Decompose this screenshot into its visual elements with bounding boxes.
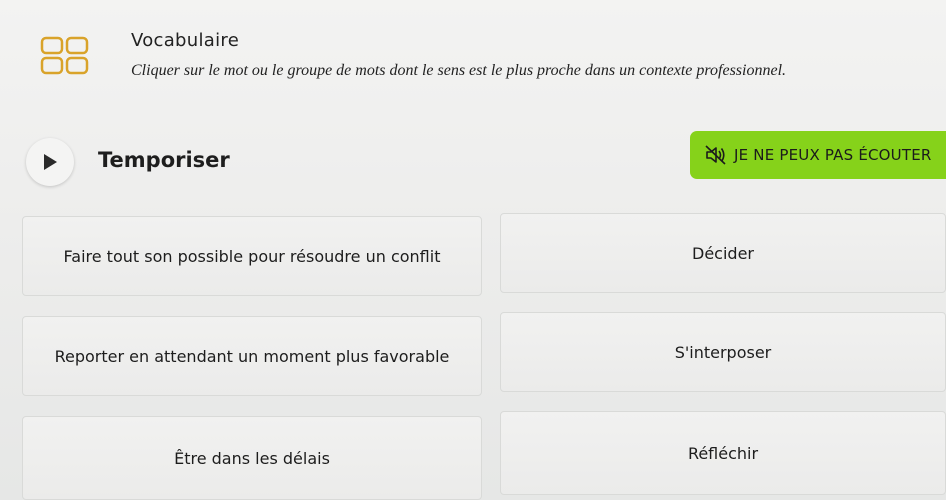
option-4-label: S'interposer: [674, 342, 772, 362]
option-5-label: Être dans les délais: [174, 448, 330, 468]
option-3-label: Reporter en attendant un moment plus fav…: [54, 346, 450, 366]
option-1-label: Faire tout son possible pour résoudre un…: [63, 246, 441, 266]
play-icon: [44, 154, 57, 170]
option-2[interactable]: Décider: [500, 213, 946, 293]
cant-listen-label: JE NE PEUX PAS ÉCOUTER: [734, 146, 932, 164]
option-6[interactable]: Réfléchir: [500, 411, 946, 495]
option-3[interactable]: Reporter en attendant un moment plus fav…: [22, 316, 482, 396]
cant-listen-button[interactable]: JE NE PEUX PAS ÉCOUTER: [690, 131, 946, 179]
option-4[interactable]: S'interposer: [500, 312, 946, 392]
speaker-muted-icon: [705, 145, 726, 165]
option-1[interactable]: Faire tout son possible pour résoudre un…: [22, 216, 482, 296]
page-title: Vocabulaire: [131, 30, 240, 51]
play-audio-button[interactable]: [26, 138, 74, 186]
option-6-label: Réfléchir: [687, 443, 759, 463]
header: Vocabulaire Cliquer sur le mot ou le gro…: [0, 0, 946, 110]
target-word: Temporiser: [98, 148, 230, 172]
grid-icon: [40, 36, 89, 75]
option-5[interactable]: Être dans les délais: [22, 416, 482, 500]
option-2-label: Décider: [692, 243, 754, 263]
instruction-text: Cliquer sur le mot ou le groupe de mots …: [131, 62, 787, 79]
